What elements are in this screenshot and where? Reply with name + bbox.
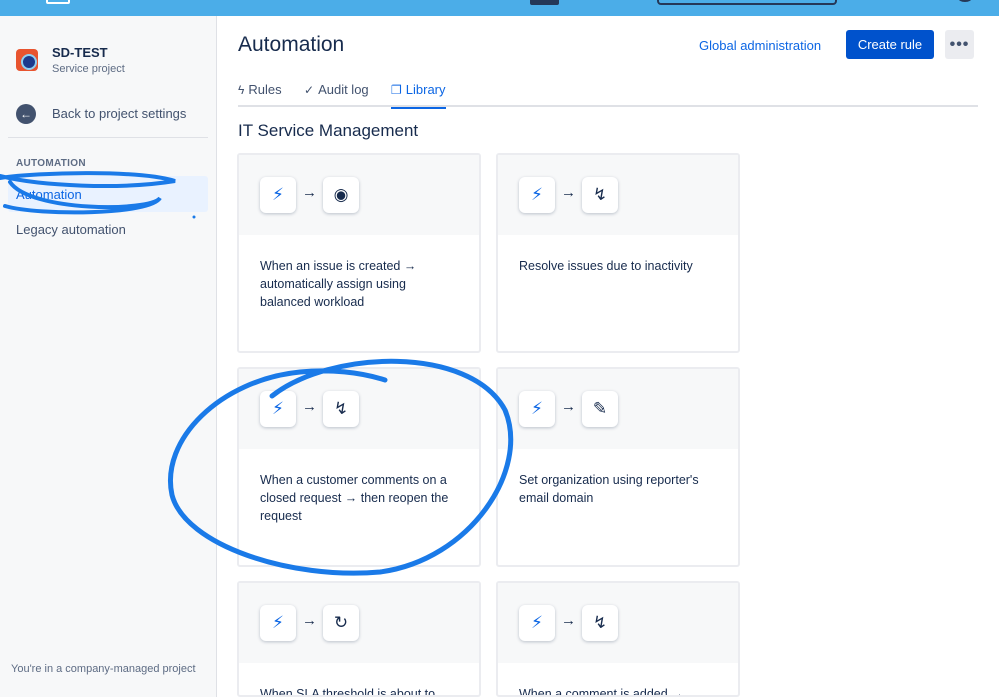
card-icon-strip: ⚡ → ↯ [498,583,738,663]
project-management-note: You're in a company-managed project [11,663,196,675]
template-card[interactable]: ⚡ → ↻ When SLA threshold is about to [237,581,481,697]
app-logo[interactable] [46,0,70,4]
branch-icon: ↯ [582,177,618,213]
global-administration-link[interactable]: Global administration [699,38,821,53]
lightning-icon: ⚡ [519,391,555,427]
arrow-right-icon: → [561,184,576,201]
search-box[interactable] [657,0,837,5]
project-avatar [16,49,38,71]
lightning-icon: ϟ [238,83,245,97]
arrow-right-icon: → [561,398,576,415]
template-card[interactable]: ⚡ → ↯ When a comment is added → [496,581,740,697]
arrow-right-icon: → [302,184,317,201]
card-icon-strip: ⚡ → ↯ [239,369,479,449]
lightning-icon: ⚡ [260,605,296,641]
section-title: IT Service Management [238,121,419,140]
template-card[interactable]: ⚡ → ✎ Set organization using reporter's … [496,367,740,567]
branch-icon: ↯ [582,605,618,641]
card-description: Set organization using reporter's email … [519,473,699,505]
arrow-left-icon: ← [16,104,36,124]
tab-label: Library [405,82,446,97]
profile-avatar[interactable] [958,0,972,2]
user-circle-icon: ◉ [323,177,359,213]
top-navigation-bar [0,0,999,16]
card-icon-strip: ⚡ → ◉ [239,155,479,235]
page-title: Automation [238,33,345,56]
card-description: Resolve issues due to inactivity [519,259,693,273]
pencil-icon: ✎ [582,391,618,427]
sidebar-section-label: AUTOMATION [16,158,86,169]
sidebar-item-label: Automation [16,187,82,202]
card-description: When SLA threshold is about to [260,687,436,697]
card-description: When a customer comments on a closed req… [260,473,449,523]
sidebar-item-legacy-automation[interactable]: Legacy automation [16,222,126,237]
project-type: Service project [52,63,125,75]
lightning-icon: ⚡ [519,605,555,641]
back-to-settings-link[interactable]: ← Back to project settings [16,104,186,124]
card-description: When a comment is added → [519,687,684,697]
tab-label: Audit log [318,82,369,97]
card-icon-strip: ⚡ → ✎ [498,369,738,449]
sidebar-divider [8,137,208,138]
lightning-icon: ⚡ [260,391,296,427]
tab-library[interactable]: ❐ Library [391,82,446,109]
template-card[interactable]: ⚡ → ◉ When an issue is created → automat… [237,153,481,353]
arrow-right-icon: → [561,612,576,629]
sidebar-item-automation[interactable]: Automation [8,176,208,212]
tab-rules[interactable]: ϟ Rules [238,82,282,107]
card-icon-strip: ⚡ → ↻ [239,583,479,663]
lightning-icon: ⚡ [260,177,296,213]
lightning-icon: ⚡ [519,177,555,213]
main-content: Automation Global administration Create … [217,16,999,697]
arrow-right-icon: → [302,398,317,415]
project-name: SD-TEST [52,45,108,60]
create-shortcut[interactable] [530,0,559,5]
template-card[interactable]: ⚡ → ↯ When a customer comments on a clos… [237,367,481,567]
more-actions-button[interactable]: ••• [945,30,974,59]
refresh-icon: ↻ [323,605,359,641]
tab-label: Rules [248,82,282,97]
library-icon: ❐ [391,83,402,97]
check-circle-icon: ✓ [304,83,315,97]
tab-bar: ϟ Rules ✓ Audit log ❐ Library [238,82,978,109]
tab-audit-log[interactable]: ✓ Audit log [304,82,369,107]
card-icon-strip: ⚡ → ↯ [498,155,738,235]
create-rule-button[interactable]: Create rule [846,30,934,59]
template-card[interactable]: ⚡ → ↯ Resolve issues due to inactivity [496,153,740,353]
sidebar: SD-TEST Service project ← Back to projec… [0,16,217,697]
arrow-right-icon: → [302,612,317,629]
back-label: Back to project settings [52,106,187,121]
card-description: When an issue is created → automatically… [260,259,417,309]
branch-icon: ↯ [323,391,359,427]
